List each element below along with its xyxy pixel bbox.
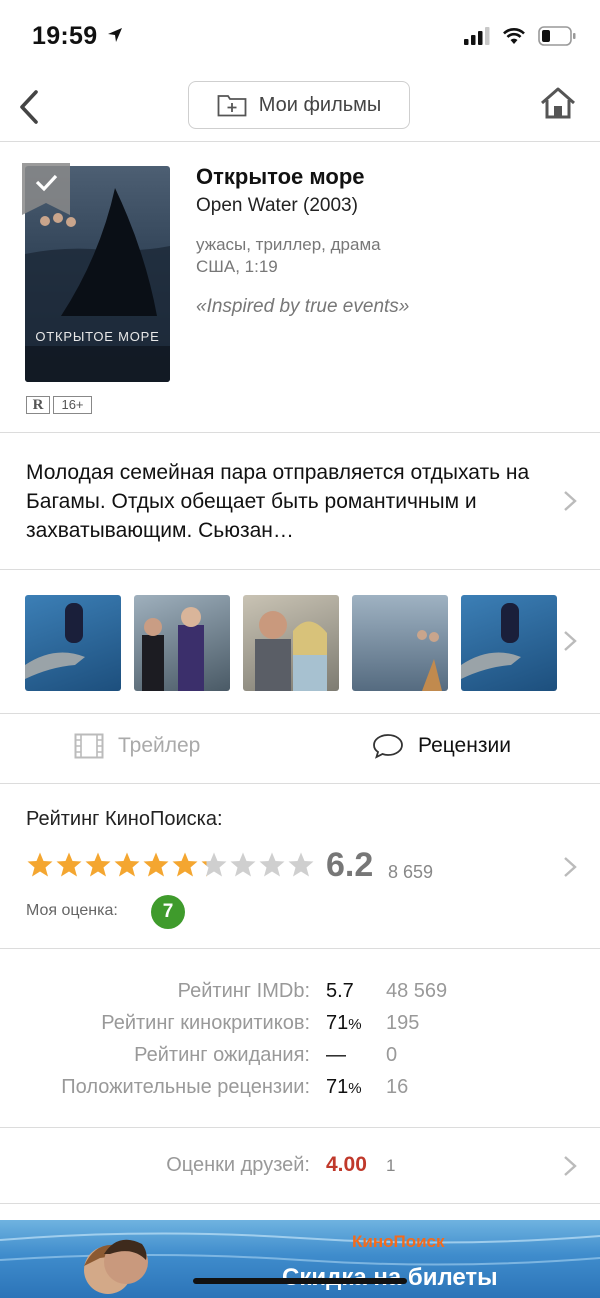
poster-title: ОТКРЫТОЕ МОРЕ bbox=[35, 329, 160, 344]
film-title: Открытое море bbox=[196, 164, 365, 189]
banner-brand: КиноПоиск bbox=[352, 1232, 445, 1251]
critics-rating-count: 195 bbox=[386, 1012, 420, 1034]
imdb-rating-value: 5.7 bbox=[326, 980, 354, 1003]
nav-divider bbox=[0, 141, 600, 142]
home-button[interactable] bbox=[539, 84, 577, 124]
expectation-rating-value: — bbox=[326, 1044, 346, 1067]
wifi-icon bbox=[503, 28, 525, 44]
critics-rating-value: 71% bbox=[326, 1012, 362, 1035]
still-artwork bbox=[417, 630, 442, 691]
back-button[interactable] bbox=[14, 88, 48, 126]
status-time: 19:59 bbox=[32, 22, 123, 51]
promo-banner[interactable]: КиноПоиск Скидка на билеты bbox=[0, 1220, 600, 1298]
film-tagline: «Inspired by true events» bbox=[196, 296, 410, 317]
film-country-duration: США, 1:19 bbox=[196, 257, 278, 276]
imdb-rating-number: 5.7 bbox=[326, 980, 354, 1002]
stills-divider bbox=[0, 713, 600, 714]
positive-reviews-count: 16 bbox=[386, 1076, 409, 1098]
star-icon[interactable] bbox=[200, 851, 228, 879]
my-films-label: Мои фильмы bbox=[258, 93, 382, 116]
my-rating-badge[interactable]: 7 bbox=[151, 895, 185, 929]
battery-icon bbox=[538, 26, 576, 46]
mpaa-rating-badge: R bbox=[26, 396, 50, 414]
friends-rating-count: 1 bbox=[386, 1156, 396, 1175]
my-films-button[interactable]: Мои фильмы bbox=[188, 81, 410, 129]
reviews-button[interactable]: Рецензии bbox=[372, 733, 511, 759]
friends-chevron-icon[interactable] bbox=[563, 1155, 577, 1177]
speech-bubble-icon bbox=[373, 734, 403, 759]
kp-rating-label: Рейтинг КиноПоиска: bbox=[26, 808, 223, 830]
star-icon[interactable] bbox=[84, 851, 112, 879]
folder-add-icon bbox=[217, 95, 247, 117]
seen-bookmark[interactable] bbox=[22, 163, 70, 215]
description-chevron-icon[interactable] bbox=[563, 490, 577, 512]
star-icon[interactable] bbox=[258, 851, 286, 879]
check-icon bbox=[22, 163, 70, 215]
friends-rating-score: 4.00 bbox=[326, 1153, 367, 1176]
still-image[interactable] bbox=[25, 595, 121, 691]
critics-rating-suffix: % bbox=[348, 1016, 362, 1033]
still-image[interactable] bbox=[243, 595, 339, 691]
still-artwork bbox=[255, 611, 327, 691]
kp-rating-divider bbox=[0, 948, 600, 949]
friends-divider bbox=[0, 1203, 600, 1204]
star-icon[interactable] bbox=[55, 851, 83, 879]
still-image[interactable] bbox=[461, 595, 557, 691]
film-description[interactable]: Молодая семейная пара отправляется отдых… bbox=[26, 458, 536, 545]
positive-reviews-number: 71 bbox=[326, 1076, 349, 1098]
rating-stars[interactable] bbox=[26, 851, 315, 879]
still-image[interactable] bbox=[352, 595, 448, 691]
status-icons bbox=[464, 26, 576, 46]
status-time-text: 19:59 bbox=[32, 22, 98, 50]
ratings-divider bbox=[0, 1127, 600, 1128]
friends-rating-label: Оценки друзей: bbox=[166, 1154, 310, 1176]
positive-reviews-label: Положительные рецензии: bbox=[61, 1076, 310, 1098]
my-rating-label: Моя оценка: bbox=[26, 902, 118, 919]
star-icon[interactable] bbox=[113, 851, 141, 879]
imdb-rating-count: 48 569 bbox=[386, 980, 448, 1002]
film-original-title: Open Water (2003) bbox=[196, 195, 358, 216]
back-icon bbox=[20, 90, 38, 124]
expectation-rating-number: — bbox=[326, 1044, 346, 1066]
kp-rating-chevron-icon[interactable] bbox=[563, 856, 577, 878]
trailer-label: Трейлер bbox=[118, 734, 201, 757]
reviews-label: Рецензии bbox=[418, 734, 511, 757]
star-icon[interactable] bbox=[287, 851, 315, 879]
still-artwork bbox=[461, 603, 521, 679]
home-indicator[interactable] bbox=[193, 1278, 407, 1284]
trailer-button[interactable]: Трейлер bbox=[74, 733, 200, 759]
expectation-rating-count: 0 bbox=[386, 1044, 398, 1066]
critics-rating-number: 71 bbox=[326, 1012, 349, 1034]
star-icon[interactable] bbox=[142, 851, 170, 879]
critics-rating-label: Рейтинг кинокритиков: bbox=[101, 1012, 310, 1034]
stills-chevron-icon[interactable] bbox=[563, 630, 577, 652]
kp-votes: 8 659 bbox=[388, 862, 434, 882]
still-image[interactable] bbox=[134, 595, 230, 691]
still-artwork bbox=[25, 603, 85, 679]
signal-icon bbox=[464, 27, 490, 45]
actions-divider bbox=[0, 783, 600, 784]
positive-reviews-suffix: % bbox=[348, 1080, 362, 1097]
header-divider bbox=[0, 432, 600, 433]
age-rating-badge: 16+ bbox=[53, 396, 92, 414]
still-artwork bbox=[142, 607, 204, 691]
star-icon[interactable] bbox=[26, 851, 54, 879]
film-genres: ужасы, триллер, драма bbox=[196, 235, 381, 254]
imdb-rating-label: Рейтинг IMDb: bbox=[177, 980, 310, 1002]
film-strip-icon bbox=[74, 733, 104, 759]
positive-reviews-value: 71% bbox=[326, 1076, 362, 1099]
location-arrow-icon bbox=[107, 28, 122, 42]
description-divider bbox=[0, 569, 600, 570]
star-icon[interactable] bbox=[229, 851, 257, 879]
kp-score: 6.2 bbox=[326, 846, 374, 884]
home-icon bbox=[541, 87, 575, 119]
star-icon[interactable] bbox=[171, 851, 199, 879]
expectation-rating-label: Рейтинг ожидания: bbox=[134, 1044, 310, 1066]
